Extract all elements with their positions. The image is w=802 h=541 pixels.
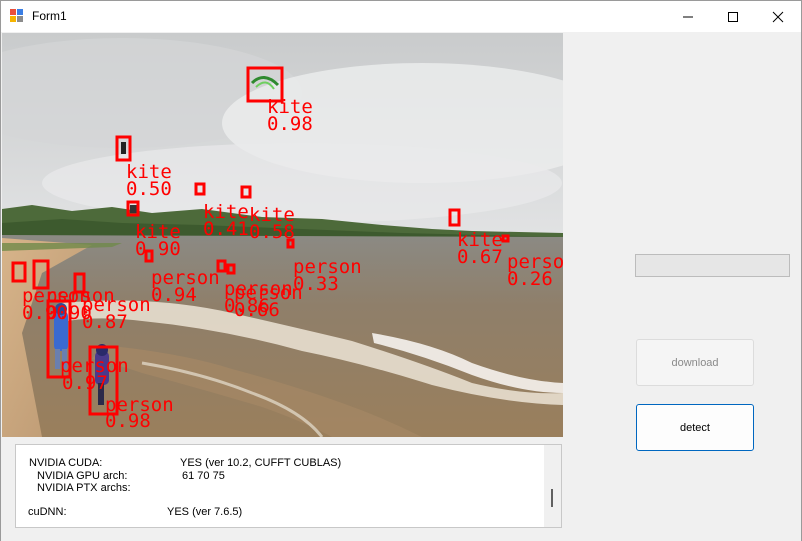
maximize-icon	[728, 11, 738, 22]
detection-picture-box: kite 0.98 kite 0.50 kite 0.90 kite 0.41 kite 0.58…	[2, 33, 563, 437]
detection-score-label: 0.26	[507, 268, 553, 290]
cudnn-label: cuDNN:	[28, 506, 67, 518]
detection-score-label: 0.97	[62, 372, 108, 394]
maximize-button[interactable]	[710, 1, 756, 32]
cuda-value: YES (ver 10.2, CUFFT CUBLAS)	[180, 457, 342, 469]
gpu-arch-value: 61 70 75	[182, 470, 225, 482]
title-bar[interactable]: Form1	[1, 1, 801, 32]
gpu-arch-label: NVIDIA GPU arch:	[37, 470, 128, 482]
window-title: Form1	[32, 9, 67, 23]
minimize-button[interactable]	[665, 1, 711, 32]
download-progress-bar	[635, 254, 790, 277]
cudnn-value: YES (ver 7.6.5)	[167, 506, 243, 518]
ptx-archs-label: NVIDIA PTX archs:	[37, 482, 131, 494]
main-window: Form1 kite 0.98 kite 0.50 kite 0.90 kite…	[0, 0, 802, 541]
cuda-label: NVIDIA CUDA:	[29, 457, 103, 469]
detection-score-label: 0.90	[135, 238, 181, 260]
detection-image: kite0.98kite0.50kite0.90kite0.41kite0.58…	[2, 33, 563, 437]
detection-score-label: 0.41	[203, 218, 249, 240]
output-scrollbar[interactable]	[544, 445, 561, 527]
detection-score-label: 0.94	[151, 284, 197, 306]
detection-score-label: 0.50	[126, 178, 172, 200]
close-button[interactable]	[755, 1, 801, 32]
detect-button[interactable]: detect	[636, 404, 754, 451]
close-icon	[772, 11, 784, 22]
detection-score-label: 0.98	[267, 113, 313, 135]
detection-score-label: 0.67	[457, 246, 503, 268]
form-app-icon[interactable]	[10, 9, 24, 23]
download-button[interactable]: download	[636, 339, 754, 386]
output-textbox[interactable]: NVIDIA CUDA: YES (ver 10.2, CUFFT CUBLAS…	[15, 444, 562, 528]
scrollbar-thumb[interactable]	[551, 489, 553, 507]
detection-score-label: 0.98	[105, 410, 151, 432]
detection-score-label: 0.66	[234, 299, 280, 321]
form-client-area: kite 0.98 kite 0.50 kite 0.90 kite 0.41 kite 0.58…	[1, 32, 801, 541]
minimize-icon	[683, 16, 693, 17]
